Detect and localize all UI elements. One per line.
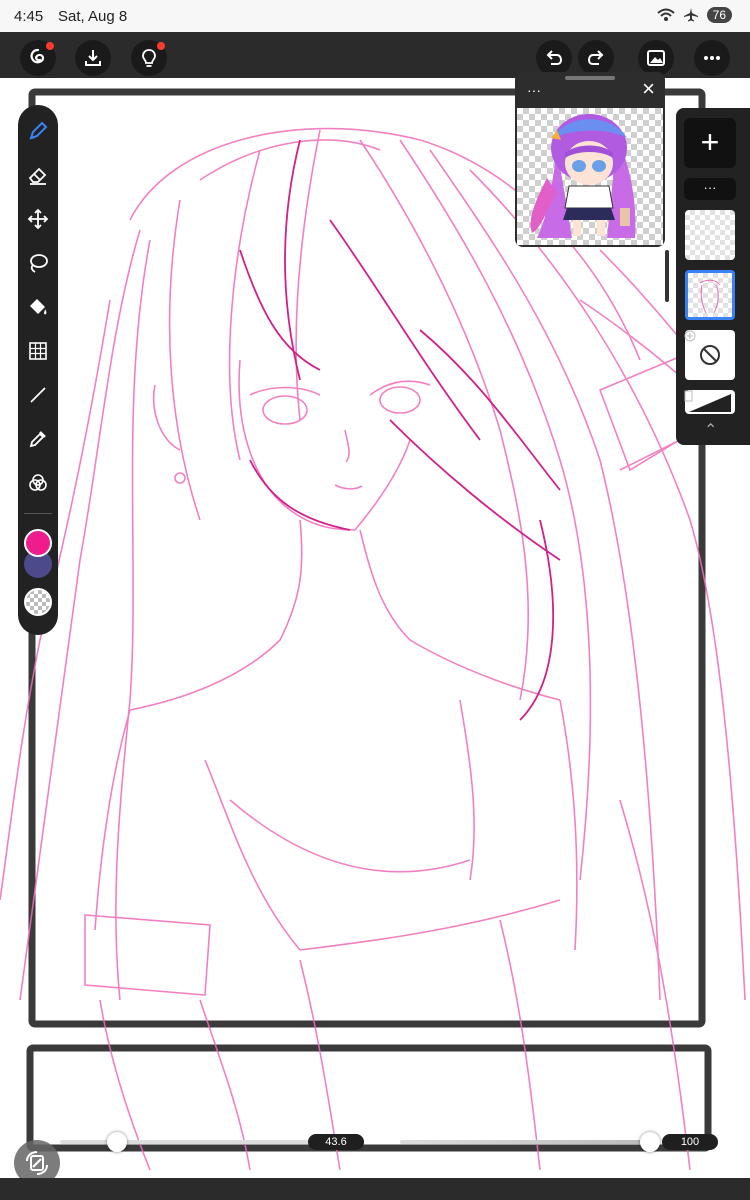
paint-bucket-icon: [30, 299, 47, 315]
blend-circles-icon: [29, 474, 47, 491]
transparent-color-swatch[interactable]: [24, 588, 52, 616]
brush-size-track[interactable]: [60, 1140, 320, 1144]
redo-icon: [587, 50, 604, 65]
toolbar-divider: [24, 513, 52, 514]
brush-size-value: 43.6: [308, 1134, 364, 1150]
line-icon: [30, 387, 46, 403]
undo-icon: [546, 50, 563, 65]
status-date: Sat, Aug 8: [58, 8, 128, 25]
bottom-bar: [0, 1178, 750, 1200]
blend-tool[interactable]: [26, 471, 50, 495]
status-bar: 4:45 Sat, Aug 8 76: [0, 0, 750, 32]
eraser-icon: [28, 167, 47, 185]
reference-drag-handle[interactable]: [565, 76, 615, 80]
line-tool[interactable]: [26, 383, 50, 407]
opacity-knob[interactable]: [640, 1132, 660, 1152]
move-tool[interactable]: [26, 207, 50, 231]
add-layer-button[interactable]: +: [684, 118, 736, 168]
grid-transform-icon: [29, 342, 47, 360]
opacity-value: 100: [662, 1134, 718, 1150]
notification-badge: [46, 42, 54, 50]
no-entry-icon: [700, 345, 720, 365]
reference-image: [517, 108, 663, 245]
download-icon: [85, 50, 101, 66]
layers-panel: + ··· ⌃: [676, 108, 750, 445]
fill-tool[interactable]: [26, 295, 50, 319]
tips-badge: [157, 42, 165, 50]
primary-color-swatch[interactable]: [24, 529, 52, 557]
status-icons: 76: [656, 7, 732, 23]
app-logo-button[interactable]: [20, 40, 56, 76]
reference-character-illustration: [530, 114, 636, 238]
battery-indicator: 76: [706, 7, 732, 23]
gallery-icon: [647, 50, 665, 66]
redo-button[interactable]: [578, 40, 614, 76]
layer-sketch-preview: [699, 279, 721, 314]
tips-button[interactable]: [131, 40, 167, 76]
lightbulb-icon: [142, 49, 156, 67]
app-logo-icon: [30, 48, 45, 64]
layer-scroll-indicator[interactable]: [665, 250, 669, 302]
layer-options-button[interactable]: ···: [684, 178, 736, 200]
transform-tool[interactable]: [26, 339, 50, 363]
more-options-button[interactable]: [694, 40, 730, 76]
layer-lock-icon: [684, 330, 696, 342]
lasso-icon: [30, 254, 48, 273]
reference-close-button[interactable]: ×: [642, 78, 655, 100]
layer-clip-icon: [684, 390, 693, 402]
wifi-icon: [656, 8, 675, 21]
status-time: 4:45: [14, 8, 44, 25]
tool-bar: [18, 105, 58, 635]
eyedropper-tool[interactable]: [26, 427, 50, 451]
eraser-tool[interactable]: [26, 163, 50, 187]
layer-thumbnail-1[interactable]: [685, 210, 735, 260]
flip-rotate-icon: [26, 1151, 48, 1175]
gallery-button[interactable]: [638, 40, 674, 76]
reference-window[interactable]: ··· ×: [515, 72, 665, 247]
opacity-track[interactable]: [400, 1140, 650, 1144]
undo-button[interactable]: [536, 40, 572, 76]
pen-tool[interactable]: [26, 119, 50, 143]
lasso-tool[interactable]: [26, 251, 50, 275]
download-button[interactable]: [75, 40, 111, 76]
move-icon: [27, 208, 49, 230]
layer-thumbnail-2-selected[interactable]: [685, 270, 735, 320]
collapse-layers-button[interactable]: ⌃: [704, 420, 717, 440]
more-icon: [704, 56, 720, 60]
pen-icon: [29, 121, 48, 140]
reference-menu-button[interactable]: ···: [527, 82, 541, 98]
eyedropper-icon: [29, 431, 46, 448]
airplane-icon: [683, 8, 698, 22]
